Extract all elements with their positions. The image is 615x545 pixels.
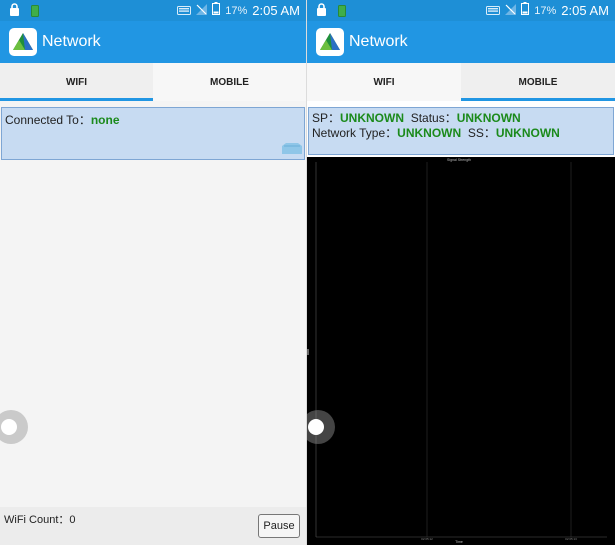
wifi-count-label: WiFi Count：	[4, 514, 70, 526]
app-bar: Network	[307, 21, 615, 63]
battery-icon	[212, 1, 221, 20]
sp-label: SP：	[312, 111, 341, 125]
battery-percent: 17%	[534, 4, 557, 17]
network-type-value: UNKNOWN	[397, 126, 462, 140]
wifi-screen: 17% 2:05 AM Network WIFI MOBILE Connecte…	[0, 0, 306, 545]
chart-xlabel: Time	[455, 540, 463, 544]
tab-mobile[interactable]: MOBILE	[461, 63, 615, 101]
wifi-info-panel: Connected To：none	[1, 107, 305, 160]
pause-button[interactable]: Pause	[258, 514, 300, 538]
tab-wifi[interactable]: WIFI	[307, 63, 461, 101]
tab-bar: WIFI MOBILE	[307, 63, 615, 101]
wifi-footer: WiFi Count：0 Pause	[0, 507, 306, 545]
tab-wifi[interactable]: WIFI	[0, 63, 153, 101]
status-bar: 17% 2:05 AM	[0, 0, 306, 21]
keyboard-icon	[177, 2, 192, 20]
clock: 2:05 AM	[561, 3, 609, 18]
app-logo-icon	[9, 28, 37, 56]
floating-ball[interactable]	[0, 410, 28, 444]
sp-value: UNKNOWN	[340, 111, 405, 125]
app-logo-icon	[316, 28, 344, 56]
app-title: Network	[42, 33, 101, 50]
x-tick-label: 02:05:13	[565, 537, 577, 541]
ss-value: UNKNOWN	[495, 126, 560, 140]
sp-status-row: SP：UNKNOWN Status：UNKNOWN	[312, 111, 610, 126]
network-type-label: Network Type：	[312, 126, 398, 140]
ss-label: SS：	[467, 126, 496, 140]
status-label: Status：	[410, 111, 457, 125]
status-bar: 17% 2:05 AM	[307, 0, 615, 21]
keyboard-icon	[486, 2, 501, 20]
wifi-count-value: 0	[69, 514, 76, 526]
signal-chart-svg: Signal Strength Time 02:05:12 02:05:13	[307, 158, 607, 544]
mobile-info-panel: SP：UNKNOWN Status：UNKNOWN Network Type：U…	[308, 107, 614, 155]
sim-icon	[31, 4, 39, 22]
app-title: Network	[349, 33, 408, 50]
tab-bar: WIFI MOBILE	[0, 63, 306, 101]
tab-mobile[interactable]: MOBILE	[153, 63, 306, 101]
battery-icon	[521, 1, 530, 20]
connected-to-value: none	[90, 113, 120, 127]
lock-icon	[316, 3, 327, 21]
connected-to-label: Connected To：	[5, 113, 91, 127]
signal-strength-chart: Signal Strength Time 02:05:12 02:05:13	[307, 157, 615, 545]
status-value: UNKNOWN	[456, 111, 521, 125]
signal-card-icon	[282, 140, 302, 157]
wifi-count: WiFi Count：0	[4, 511, 76, 527]
no-signal-icon	[196, 2, 208, 20]
sim-icon	[338, 4, 346, 22]
chart-title: Signal Strength	[447, 158, 471, 162]
battery-percent: 17%	[225, 4, 248, 17]
y-axis-marker	[307, 349, 309, 355]
x-tick-label: 02:05:12	[421, 537, 433, 541]
no-signal-icon	[505, 2, 517, 20]
mobile-screen: 17% 2:05 AM Network WIFI MOBILE SP：UNKNO…	[307, 0, 615, 545]
network-row: Network Type：UNKNOWN SS：UNKNOWN	[312, 126, 610, 141]
lock-icon	[9, 3, 20, 21]
clock: 2:05 AM	[252, 3, 300, 18]
app-bar: Network	[0, 21, 306, 63]
